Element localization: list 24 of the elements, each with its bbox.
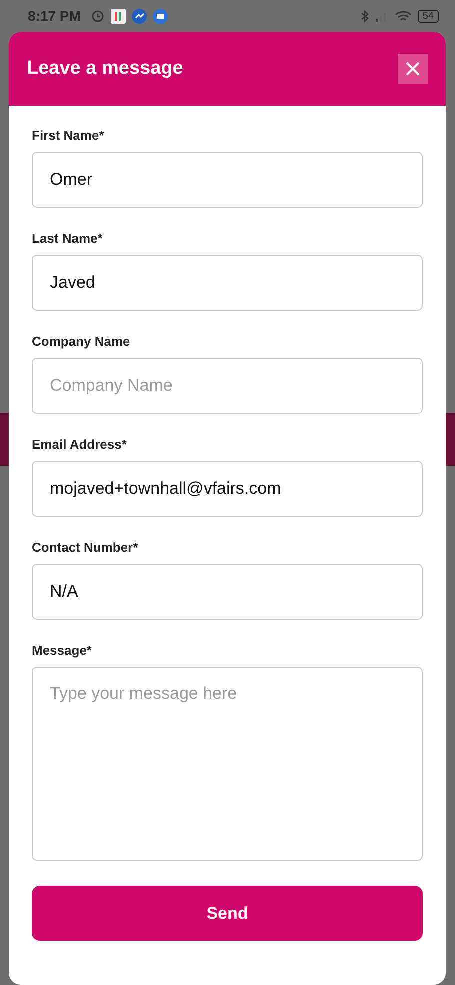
input-field[interactable]: mojaved+townhall@vfairs.com [32, 461, 423, 517]
signal-icon [374, 10, 389, 22]
field-label: First Name* [32, 128, 106, 143]
wifi-icon [394, 10, 412, 22]
send-button[interactable]: Send [32, 886, 423, 941]
app-icon [132, 8, 147, 24]
input-field[interactable]: N/A [32, 564, 423, 620]
input-field[interactable]: Omer [32, 152, 423, 208]
close-icon [405, 61, 421, 77]
field-label: Email Address* [32, 437, 128, 452]
message-icon [152, 8, 168, 24]
close-button[interactable] [398, 54, 428, 84]
status-time: 8:17 PM [28, 8, 81, 24]
field-label: Last Name* [32, 231, 104, 246]
field-label: Company Name [32, 334, 132, 349]
dialog-title: Leave a message [27, 58, 184, 80]
bluetooth-icon [360, 10, 369, 22]
field-label: Contact Number* [32, 540, 140, 555]
input-field[interactable]: Javed [32, 255, 423, 311]
message-field[interactable]: Type your message here [32, 667, 423, 861]
app-icon [110, 8, 126, 24]
input-field[interactable]: Company Name [32, 358, 423, 414]
battery-icon: 54 [418, 10, 439, 22]
field-label: Message* [32, 643, 93, 658]
